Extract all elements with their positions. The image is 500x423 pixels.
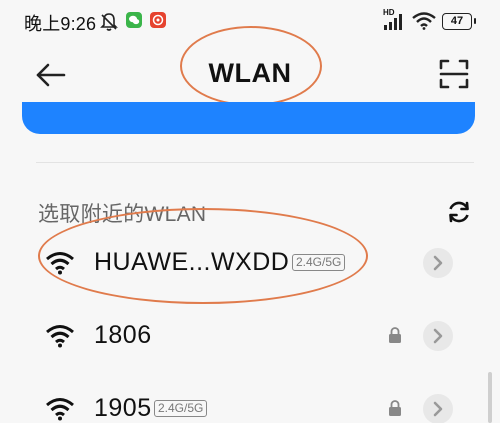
network-name: 1806 [94,321,152,349]
lock-icon [389,327,401,343]
network-annotation-circle [38,208,368,304]
chevron-right-icon [433,328,443,344]
network-row[interactable]: 1905 2.4G/5G [0,380,500,423]
scrollbar[interactable] [488,372,492,423]
title-annotation-circle [180,26,322,106]
battery-level: 47 [450,15,464,27]
divider [36,162,474,163]
mute-bell-icon [100,13,118,31]
network-details-button[interactable] [423,394,453,423]
wifi-signal-icon [46,398,74,421]
weibo-icon [150,12,166,28]
signal-icon [384,14,402,30]
network-details-button[interactable] [423,248,453,278]
scan-icon[interactable] [438,58,470,90]
wifi-status-icon [412,12,436,30]
wlan-toggle-card[interactable] [22,102,475,134]
band-badge: 2.4G/5G [154,400,208,417]
chevron-right-icon [433,255,443,271]
wifi-signal-icon [46,325,74,348]
network-name: 1905 [94,394,152,422]
network-details-button[interactable] [423,321,453,351]
network-row[interactable]: 1806 [0,307,500,367]
status-time: 晚上9:26 [24,14,97,34]
wechat-icon [126,12,142,28]
lock-icon [389,400,401,416]
battery-icon: 47 [442,13,476,30]
chevron-right-icon [433,401,443,417]
refresh-icon[interactable] [445,198,473,226]
